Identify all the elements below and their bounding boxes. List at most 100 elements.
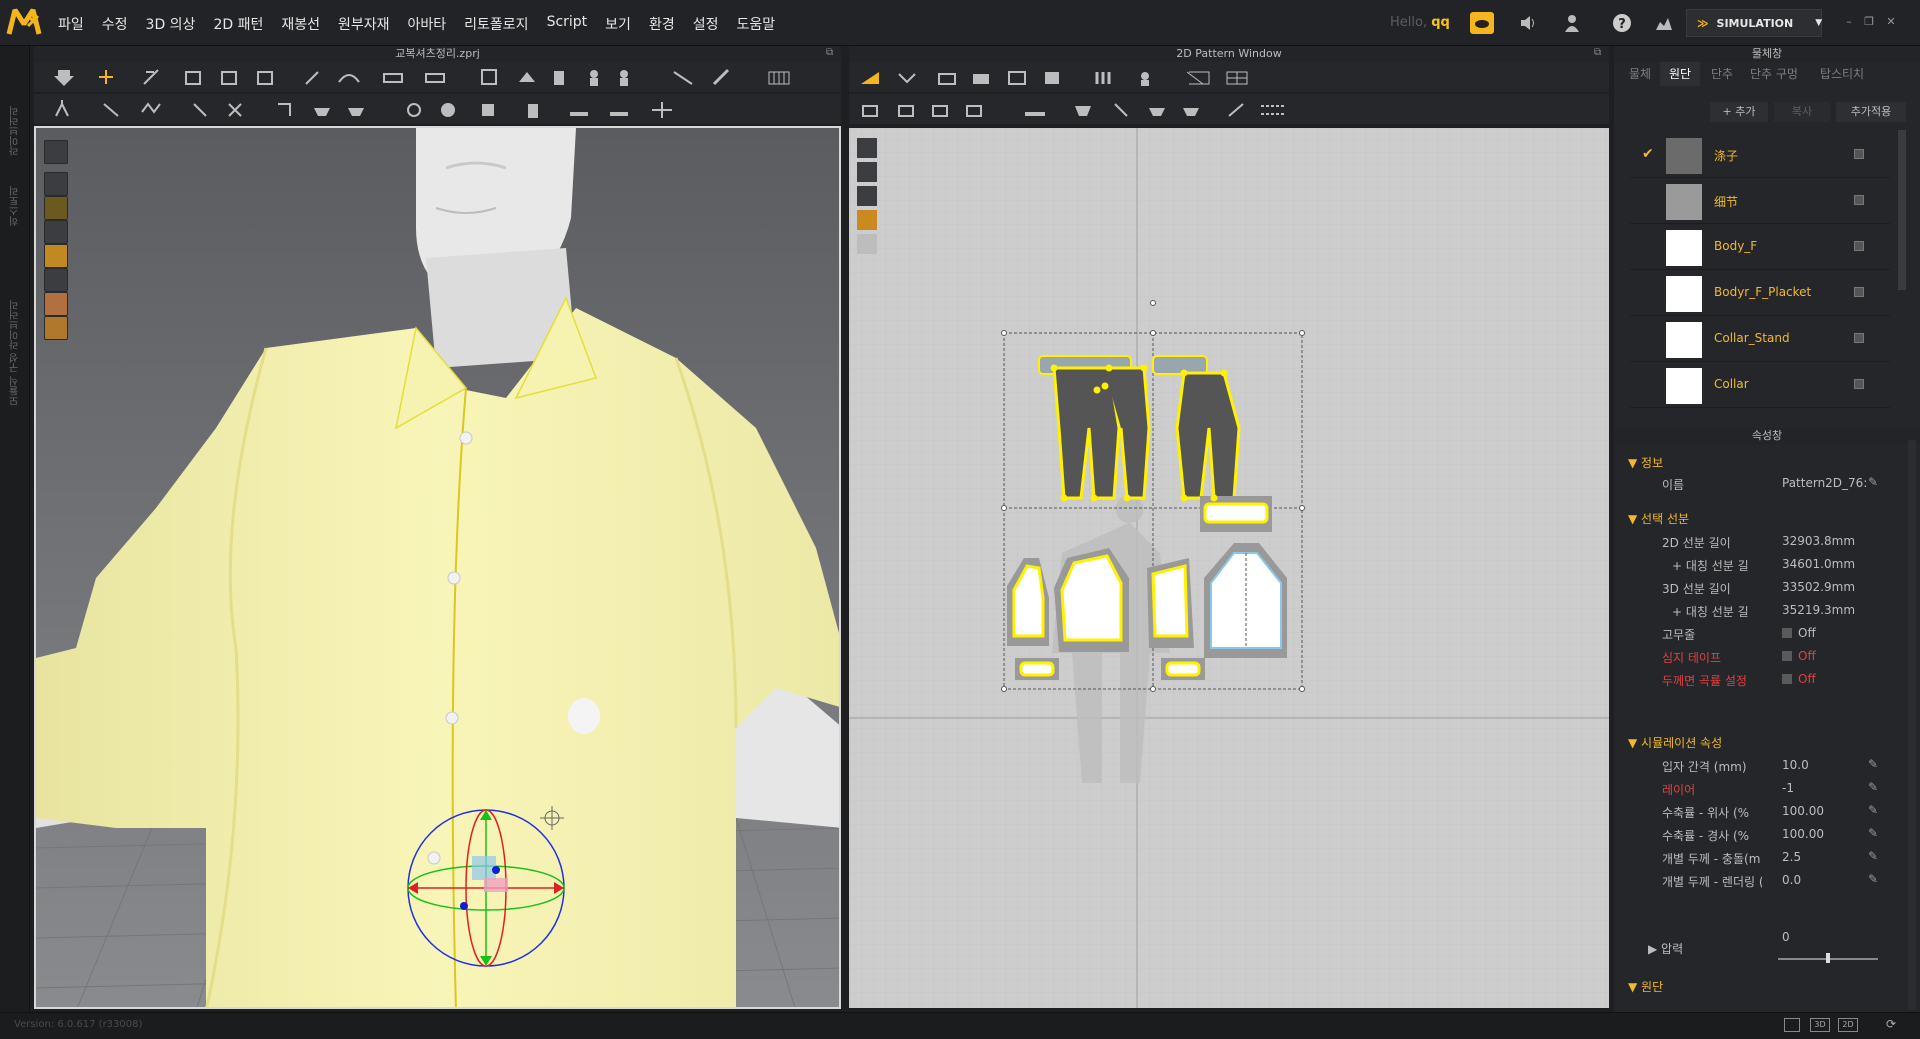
fabric-list-item[interactable]: Bodyr_F_Placket <box>1630 270 1890 316</box>
edit-pencil-icon[interactable]: ✎ <box>1868 826 1882 840</box>
community-icon[interactable] <box>1652 12 1676 34</box>
tab-button[interactable]: 단추 <box>1700 62 1744 86</box>
layout-split-icon[interactable] <box>1784 1018 1800 1032</box>
2d-pattern-viewport[interactable] <box>849 128 1609 1008</box>
cloud-icon[interactable] <box>1470 12 1494 34</box>
property-value[interactable]: 2.5 <box>1782 850 1801 864</box>
maximize-2d-icon[interactable]: ⧉ <box>1594 47 1606 59</box>
tab-buttonhole[interactable]: 단추 구멍 <box>1744 62 1804 86</box>
shirt-display-icon[interactable] <box>44 172 68 196</box>
avatar-display-icon[interactable] <box>44 140 68 164</box>
property-value[interactable]: 0.0 <box>1782 873 1801 887</box>
fabric-texture-icon[interactable] <box>44 244 68 268</box>
menu-3d-garment[interactable]: 3D 의상 <box>146 14 196 34</box>
3d-tool-icons-row-2[interactable] <box>34 94 841 124</box>
fabric-list-item[interactable]: Body_F <box>1630 224 1890 270</box>
property-value[interactable]: 10.0 <box>1782 758 1809 772</box>
section-selected-line[interactable]: ▼ 선택 선분 <box>1628 510 1689 527</box>
3d-view-icon[interactable]: 3D <box>1810 1018 1830 1032</box>
menu-file[interactable]: 파일 <box>58 14 84 34</box>
property-value[interactable]: 100.00 <box>1782 827 1824 841</box>
property-value[interactable]: 35219.3mm <box>1782 603 1855 617</box>
fabric-assign-icon[interactable] <box>1854 195 1864 205</box>
2d-pattern-canvas[interactable] <box>849 128 1609 1008</box>
points-display-icon[interactable] <box>44 196 68 220</box>
section-simulation[interactable]: ▼ 시뮬레이션 속성 <box>1628 734 1722 751</box>
property-value[interactable]: -1 <box>1782 781 1794 795</box>
property-value[interactable]: 33502.9mm <box>1782 580 1855 594</box>
fabric-list-item[interactable]: 细节 <box>1630 178 1890 224</box>
property-checkbox[interactable] <box>1782 651 1792 661</box>
maximize-icon[interactable]: ⧉ <box>826 47 838 59</box>
3d-scene[interactable] <box>36 128 841 1009</box>
avatar-pose-icon[interactable] <box>44 220 68 244</box>
3d-tool-icons-row-1[interactable] <box>34 62 841 92</box>
menu-sewing[interactable]: 재봉선 <box>281 14 320 34</box>
restore-icon[interactable]: ❐ <box>1862 16 1876 28</box>
minimize-icon[interactable]: – <box>1842 16 1856 28</box>
property-value[interactable]: 100.00 <box>1782 804 1824 818</box>
menu-help[interactable]: 도움말 <box>736 14 775 34</box>
section-fabric[interactable]: ▼ 원단 <box>1628 978 1663 995</box>
help-icon[interactable]: ? <box>1610 12 1634 34</box>
edit-pencil-icon[interactable]: ✎ <box>1868 757 1882 771</box>
fabric-assign-icon[interactable] <box>1854 241 1864 251</box>
edit-pencil-icon[interactable]: ✎ <box>1868 849 1882 863</box>
menu-script[interactable]: Script <box>547 14 588 34</box>
edit-pencil-icon[interactable]: ✎ <box>1868 872 1882 886</box>
fabric-list-item[interactable]: Collar_Stand <box>1630 316 1890 362</box>
property-scrollbar[interactable] <box>1908 440 1916 1010</box>
tab-fabric[interactable]: 원단 <box>1660 62 1700 86</box>
library-tab[interactable]: 라이브러리 <box>8 76 22 156</box>
property-checkbox[interactable] <box>1782 674 1792 684</box>
modular-library-tab[interactable]: 모듈식 구성 라이브러리 <box>8 256 22 406</box>
menu-avatar[interactable]: 아바타 <box>408 14 447 34</box>
2d-tool-icons-row-1[interactable] <box>849 62 1609 92</box>
fabric-assign-icon[interactable] <box>1854 379 1864 389</box>
2d-tool-icons-row-2[interactable] <box>849 94 1609 124</box>
refresh-icon[interactable]: ⟳ <box>1886 1017 1896 1031</box>
property-value[interactable]: Off <box>1782 672 1816 686</box>
thickness-icon[interactable] <box>44 268 68 292</box>
apply-fabric-button[interactable]: 추가적용 <box>1836 102 1906 122</box>
add-fabric-button[interactable]: + 추가 <box>1710 102 1768 122</box>
globe-icon[interactable] <box>44 316 68 340</box>
menu-environment[interactable]: 환경 <box>649 14 675 34</box>
history-tab[interactable]: 히스토리 <box>8 166 22 226</box>
3d-viewport[interactable] <box>34 126 841 1009</box>
fabric-list-item[interactable]: Collar <box>1630 362 1890 408</box>
tab-topstitch[interactable]: 탑스티치 <box>1810 62 1874 86</box>
close-icon[interactable]: ✕ <box>1884 16 1898 28</box>
menu-view[interactable]: 보기 <box>605 14 631 34</box>
fabric-list-item[interactable]: ✔ 涤子 <box>1630 132 1890 178</box>
section-pressure[interactable]: ▶ 압력 <box>1648 940 1683 957</box>
edit-pencil-icon[interactable]: ✎ <box>1868 475 1882 489</box>
menu-retopology[interactable]: 리토폴로지 <box>464 14 528 34</box>
user-icon[interactable] <box>1560 12 1584 34</box>
object-browser-title: 물체창 <box>1614 46 1920 62</box>
2d-side-tools[interactable] <box>857 138 877 254</box>
skin-icon[interactable] <box>44 292 68 316</box>
fabric-assign-icon[interactable] <box>1854 287 1864 297</box>
fabric-assign-icon[interactable] <box>1854 333 1864 343</box>
property-value[interactable]: Pattern2D_76: <box>1782 476 1867 490</box>
edit-pencil-icon[interactable]: ✎ <box>1868 803 1882 817</box>
property-value[interactable]: Off <box>1782 626 1816 640</box>
fabric-list-scrollbar[interactable] <box>1898 130 1906 290</box>
property-value[interactable]: 32903.8mm <box>1782 534 1855 548</box>
menu-edit[interactable]: 수정 <box>102 14 128 34</box>
property-checkbox[interactable] <box>1782 628 1792 638</box>
2d-view-icon[interactable]: 2D <box>1838 1018 1858 1032</box>
pressure-slider-handle[interactable] <box>1826 953 1830 963</box>
edit-pencil-icon[interactable]: ✎ <box>1868 780 1882 794</box>
copy-fabric-button[interactable]: 복사 <box>1774 102 1830 122</box>
tab-object[interactable]: 물체 <box>1620 62 1660 86</box>
fabric-assign-icon[interactable] <box>1854 149 1864 159</box>
menu-2d-pattern[interactable]: 2D 패턴 <box>213 14 263 34</box>
menu-materials[interactable]: 원부자재 <box>338 14 390 34</box>
property-value[interactable]: 34601.0mm <box>1782 557 1855 571</box>
property-value[interactable]: Off <box>1782 649 1816 663</box>
menu-settings[interactable]: 설정 <box>693 14 719 34</box>
speaker-icon[interactable] <box>1516 12 1540 34</box>
simulation-mode-button[interactable]: ≫ SIMULATION ▼ <box>1686 9 1822 37</box>
